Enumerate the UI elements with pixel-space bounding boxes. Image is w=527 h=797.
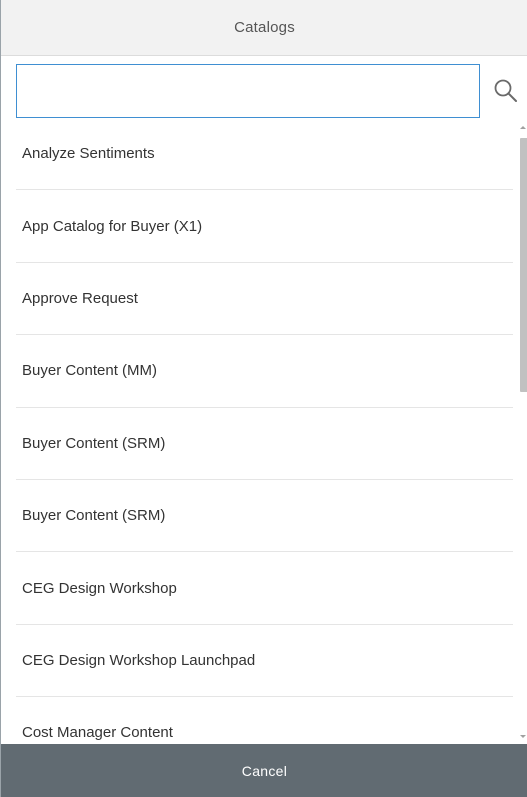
list-item[interactable]: Cost Manager Content — [16, 697, 513, 744]
list-item[interactable]: Approve Request — [16, 263, 513, 336]
catalog-list: Analyze Sentiments App Catalog for Buyer… — [16, 118, 513, 744]
list-item-label: Buyer Content (SRM) — [22, 434, 166, 452]
search-bar — [16, 64, 527, 118]
list-item[interactable]: CEG Design Workshop — [16, 552, 513, 625]
list-item-label: App Catalog for Buyer (X1) — [22, 217, 203, 235]
scroll-down-arrow-icon[interactable] — [520, 735, 526, 738]
list-item-label: Buyer Content (MM) — [22, 362, 158, 380]
list-item[interactable]: Buyer Content (MM) — [16, 335, 513, 408]
cancel-button[interactable]: Cancel — [212, 755, 317, 787]
list-item[interactable]: Analyze Sentiments — [16, 118, 513, 191]
dialog-title: Catalogs — [234, 19, 295, 36]
catalogs-dialog: Catalogs Analyze Sentiments App Catalog … — [0, 0, 527, 797]
list-item-label: Analyze Sentiments — [22, 145, 155, 163]
search-icon — [494, 79, 517, 102]
list-item-label: CEG Design Workshop — [22, 579, 177, 597]
list-item[interactable]: Buyer Content (SRM) — [16, 408, 513, 480]
list-item-label: CEG Design Workshop Launchpad — [22, 651, 256, 669]
list-item-label: Approve Request — [22, 289, 138, 307]
search-button[interactable] — [480, 64, 527, 118]
dialog-footer: Cancel — [1, 744, 527, 797]
list-item[interactable]: Buyer Content (SRM) — [16, 480, 513, 553]
list-scrollbar[interactable] — [518, 122, 527, 744]
list-item-label: Buyer Content (SRM) — [22, 507, 166, 525]
dialog-header: Catalogs — [1, 0, 527, 56]
list-item[interactable]: CEG Design Workshop Launchpad — [16, 625, 513, 698]
scroll-up-arrow-icon[interactable] — [520, 126, 526, 129]
scroll-thumb[interactable] — [520, 138, 527, 392]
search-input[interactable] — [16, 64, 480, 118]
list-item-label: Cost Manager Content — [22, 724, 173, 742]
list-item[interactable]: App Catalog for Buyer (X1) — [16, 190, 513, 263]
